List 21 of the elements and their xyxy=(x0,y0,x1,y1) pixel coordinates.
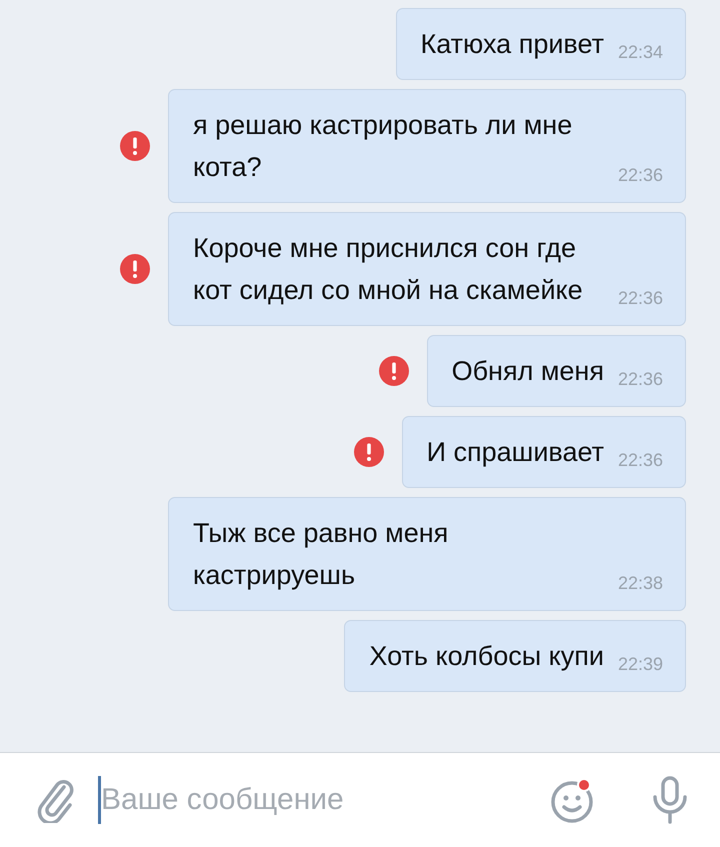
paperclip-icon[interactable] xyxy=(36,777,76,823)
message-text: Хоть колбосы купи xyxy=(369,640,604,673)
message-time: 22:36 xyxy=(618,369,663,390)
message-text: Тыж все равно меня кастрируешь xyxy=(193,517,450,592)
text-cursor xyxy=(98,776,101,824)
error-icon[interactable] xyxy=(354,437,384,467)
message-time: 22:36 xyxy=(618,288,663,309)
message-time: 22:36 xyxy=(618,165,663,186)
message-time: 22:34 xyxy=(618,42,663,63)
message-text: И спрашивает xyxy=(426,436,604,469)
message-text: Короче мне приснился сон где кот сидел со мной на скамейке xyxy=(193,232,584,307)
message-input[interactable]: Ваше сообщение xyxy=(101,783,526,817)
error-icon[interactable] xyxy=(120,254,150,284)
message-text: Обнял меня xyxy=(452,355,604,388)
error-icon[interactable] xyxy=(378,356,409,386)
error-icon[interactable] xyxy=(120,131,150,161)
message-time: 22:38 xyxy=(618,573,663,594)
message-text: я решаю кастрировать ли мне кота? xyxy=(193,109,574,184)
message-time: 22:36 xyxy=(618,450,663,471)
message-time: 22:39 xyxy=(618,654,663,675)
message-text: Катюха привет xyxy=(420,28,604,61)
